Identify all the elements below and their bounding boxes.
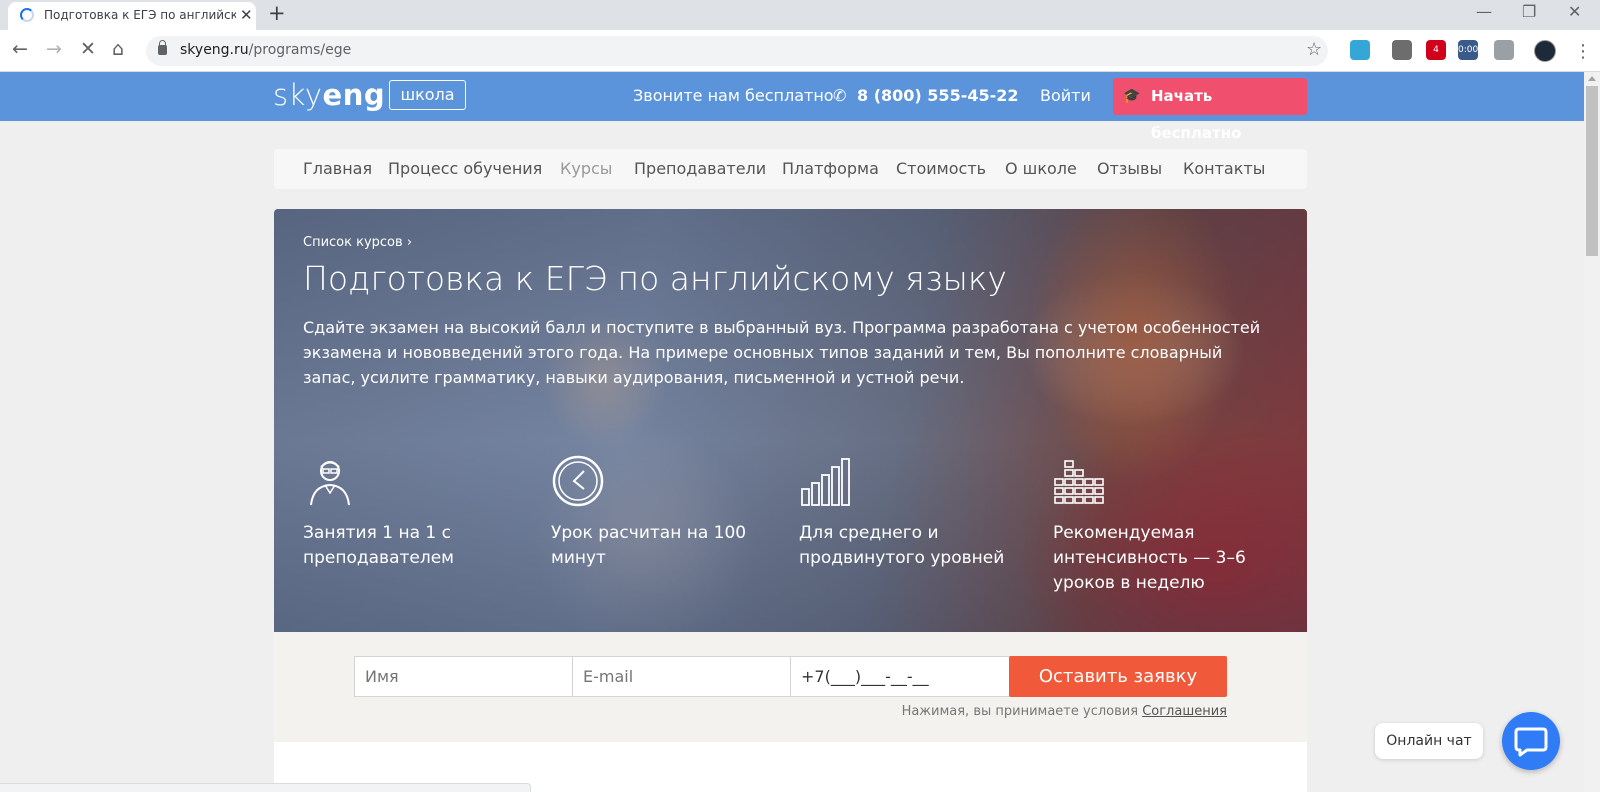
clock-icon xyxy=(552,455,604,507)
signup-form: Оставить заявку Нажимая, вы принимаете у… xyxy=(274,632,1307,742)
share-timer-icon[interactable]: 0:00 xyxy=(1458,40,1478,60)
phone-icon: ✆ xyxy=(833,86,847,105)
restore-icon[interactable]: ❐ xyxy=(1522,2,1536,21)
login-link[interactable]: Войти xyxy=(1040,86,1091,105)
hero-banner: Список курсов › Подготовка к ЕГЭ по англ… xyxy=(274,209,1307,632)
nav-item-process[interactable]: Процесс обучения xyxy=(388,159,542,178)
page-viewport: skyeng школа Звоните нам бесплатно ✆ 8 (… xyxy=(0,72,1584,792)
page-scrollbar[interactable] xyxy=(1584,72,1600,792)
url-path: /programs/ege xyxy=(248,42,352,58)
profile-switcher-icon[interactable] xyxy=(1494,40,1514,60)
intensity-grid-icon xyxy=(1054,460,1104,504)
new-tab-button[interactable]: + xyxy=(268,1,286,25)
forward-icon[interactable]: → xyxy=(46,38,62,60)
nav-item-price[interactable]: Стоимость xyxy=(896,159,986,178)
email-field[interactable] xyxy=(572,656,791,697)
feature-text: Для среднего и продвинутого уровней xyxy=(799,523,1005,568)
status-bubble xyxy=(0,783,531,792)
main-navigation: Главная Процесс обучения Курсы Преподава… xyxy=(274,149,1307,189)
home-icon[interactable]: ⌂ xyxy=(112,38,124,60)
agreement-note: Нажимая, вы принимаете условия Соглашени… xyxy=(894,704,1227,719)
url-host: skyeng.ru xyxy=(180,42,249,58)
breadcrumb-courses[interactable]: Список курсов xyxy=(303,235,403,250)
minimize-icon[interactable]: — xyxy=(1476,2,1492,21)
scroll-up-arrow-icon[interactable] xyxy=(1588,76,1596,81)
tab-close-icon[interactable]: ✕ xyxy=(240,6,253,24)
nav-item-home[interactable]: Главная xyxy=(303,159,372,178)
course-description: Сдайте экзамен на высокий балл и поступи… xyxy=(303,318,1261,387)
school-badge[interactable]: школа xyxy=(389,80,466,110)
site-header: skyeng школа Звоните нам бесплатно ✆ 8 (… xyxy=(0,72,1584,142)
address-bar[interactable]: skyeng.ru/programs/ege ☆ xyxy=(146,36,1328,66)
profile-avatar[interactable] xyxy=(1534,40,1556,62)
breadcrumb[interactable]: Список курсов › xyxy=(303,235,412,250)
bookmark-star-icon[interactable]: ☆ xyxy=(1306,39,1322,60)
agreement-text: Нажимая, вы принимаете условия xyxy=(901,704,1139,719)
loading-spinner-icon xyxy=(20,8,34,22)
adblock-icon[interactable]: 4 xyxy=(1426,40,1446,60)
call-free-label: Звоните нам бесплатно xyxy=(633,86,834,105)
teacher-icon xyxy=(310,461,350,506)
back-icon[interactable]: ← xyxy=(12,38,28,60)
submit-request-button[interactable]: Оставить заявку xyxy=(1009,656,1227,697)
phone-number[interactable]: 8 (800) 555-45-22 xyxy=(857,86,1019,105)
online-chat-button[interactable] xyxy=(1502,712,1560,770)
window-close-icon[interactable]: ✕ xyxy=(1568,2,1581,21)
chat-icon xyxy=(1514,727,1548,757)
feature-text: Рекомендуемая интенсивность — 3–6 уроков… xyxy=(1053,523,1246,593)
start-free-label: Начать бесплатно xyxy=(1151,87,1242,142)
nav-item-contacts[interactable]: Контакты xyxy=(1183,159,1265,178)
nav-item-reviews[interactable]: Отзывы xyxy=(1097,159,1162,178)
nav-item-courses[interactable]: Курсы xyxy=(560,159,612,178)
feature-text: Занятия 1 на 1 с преподавателем xyxy=(303,523,454,568)
nav-item-platform[interactable]: Платформа xyxy=(782,159,879,178)
name-field[interactable] xyxy=(354,656,573,697)
bookmark-manager-icon[interactable] xyxy=(1350,40,1370,60)
browser-menu-icon[interactable]: ⋮ xyxy=(1574,41,1592,62)
url-text[interactable]: skyeng.ru/programs/ege xyxy=(180,42,351,58)
nav-item-teachers[interactable]: Преподаватели xyxy=(634,159,766,178)
feature-text: Урок расчитан на 100 минут xyxy=(551,523,747,568)
phone-field[interactable] xyxy=(790,656,1010,697)
graduation-cap-icon: 🎓 xyxy=(1123,88,1141,104)
nav-item-about[interactable]: О школе xyxy=(1005,159,1077,178)
browser-tab[interactable]: Подготовка к ЕГЭ по английскому ✕ xyxy=(8,2,256,30)
start-free-button[interactable]: 🎓 Начать бесплатно xyxy=(1113,78,1307,142)
agreement-link[interactable]: Соглашения xyxy=(1142,704,1227,719)
page-title: Подготовка к ЕГЭ по английскому языку xyxy=(303,259,1007,298)
lock-icon[interactable] xyxy=(158,40,167,55)
logo-part-eng: eng xyxy=(322,78,386,112)
chevron-right-icon: › xyxy=(406,235,413,250)
browser-tabstrip: Подготовка к ЕГЭ по английскому ✕ + — ❐ … xyxy=(0,0,1600,30)
skyeng-logo[interactable]: skyeng xyxy=(273,78,385,112)
stop-icon[interactable]: ✕ xyxy=(80,38,96,60)
online-chat-label[interactable]: Онлайн чат xyxy=(1375,723,1483,759)
scrollbar-thumb[interactable] xyxy=(1586,86,1598,256)
level-bars-icon xyxy=(801,458,850,506)
tab-title: Подготовка к ЕГЭ по английскому xyxy=(44,8,236,22)
logo-part-sky: sky xyxy=(273,78,323,112)
eyedropper-icon[interactable] xyxy=(1392,40,1412,60)
